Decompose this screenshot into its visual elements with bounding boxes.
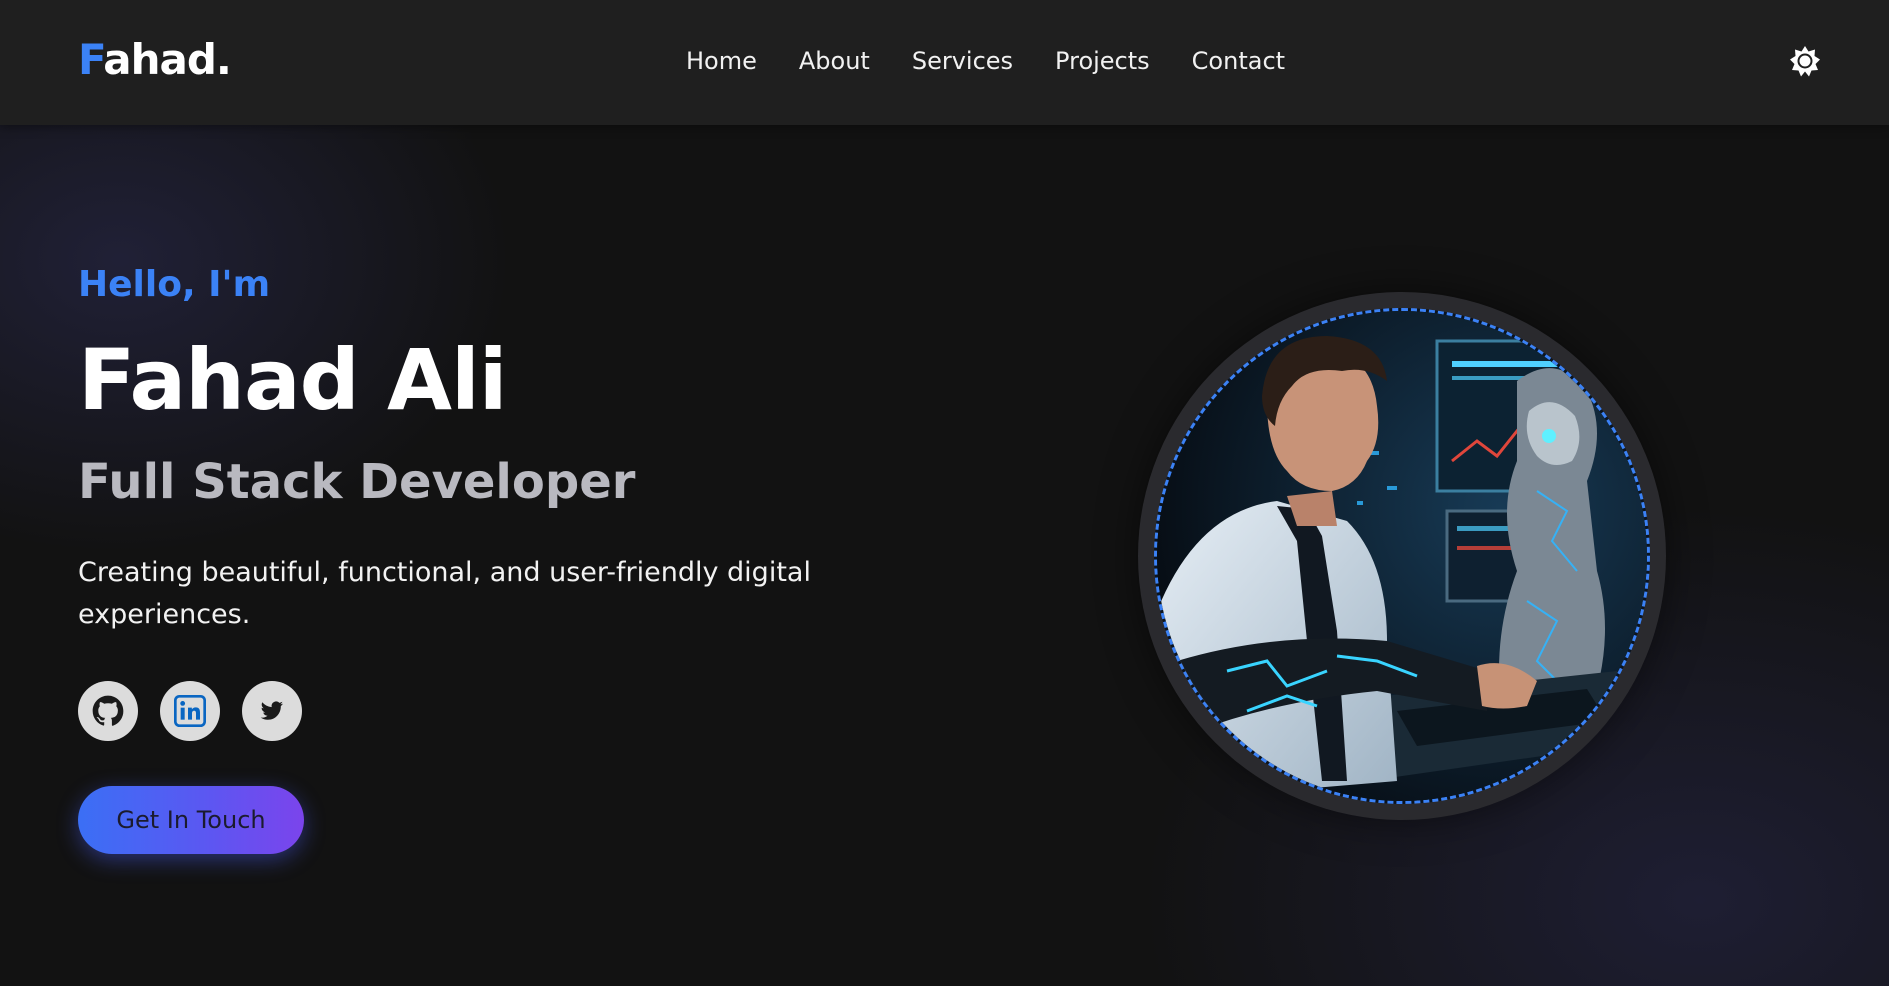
linkedin-link[interactable] bbox=[160, 681, 220, 741]
hero-name: Fahad Ali bbox=[78, 331, 508, 429]
profile-image-frame bbox=[1138, 292, 1666, 820]
profile-image bbox=[1154, 308, 1650, 804]
logo-accent-letter: F bbox=[78, 35, 104, 84]
github-link[interactable] bbox=[78, 681, 138, 741]
logo-text: ahad. bbox=[103, 35, 232, 84]
hero-greeting: Hello, I'm bbox=[78, 264, 271, 305]
get-in-touch-button[interactable]: Get In Touch bbox=[78, 786, 304, 854]
nav-link-services[interactable]: Services bbox=[912, 44, 1013, 78]
nav-link-home[interactable]: Home bbox=[686, 44, 757, 78]
logo[interactable]: Fahad. bbox=[78, 34, 232, 86]
navbar: Fahad. Home About Services Projects Cont… bbox=[0, 0, 1889, 125]
nav-link-about[interactable]: About bbox=[799, 44, 870, 78]
github-icon bbox=[92, 695, 124, 726]
portrait-illustration bbox=[1157, 311, 1647, 801]
twitter-link[interactable] bbox=[242, 681, 302, 741]
sun-icon bbox=[1790, 46, 1820, 77]
twitter-icon bbox=[260, 701, 283, 720]
nav-link-contact[interactable]: Contact bbox=[1192, 44, 1285, 78]
nav-link-projects[interactable]: Projects bbox=[1055, 44, 1150, 78]
social-links bbox=[78, 681, 302, 741]
nav-menu: Home About Services Projects Contact bbox=[686, 44, 1285, 78]
hero-description: Creating beautiful, functional, and user… bbox=[78, 557, 811, 630]
linkedin-icon bbox=[174, 695, 206, 727]
theme-toggle-button[interactable] bbox=[1788, 44, 1822, 78]
page: Fahad. Home About Services Projects Cont… bbox=[0, 0, 1889, 986]
hero-role: Full Stack Developer bbox=[78, 454, 636, 510]
